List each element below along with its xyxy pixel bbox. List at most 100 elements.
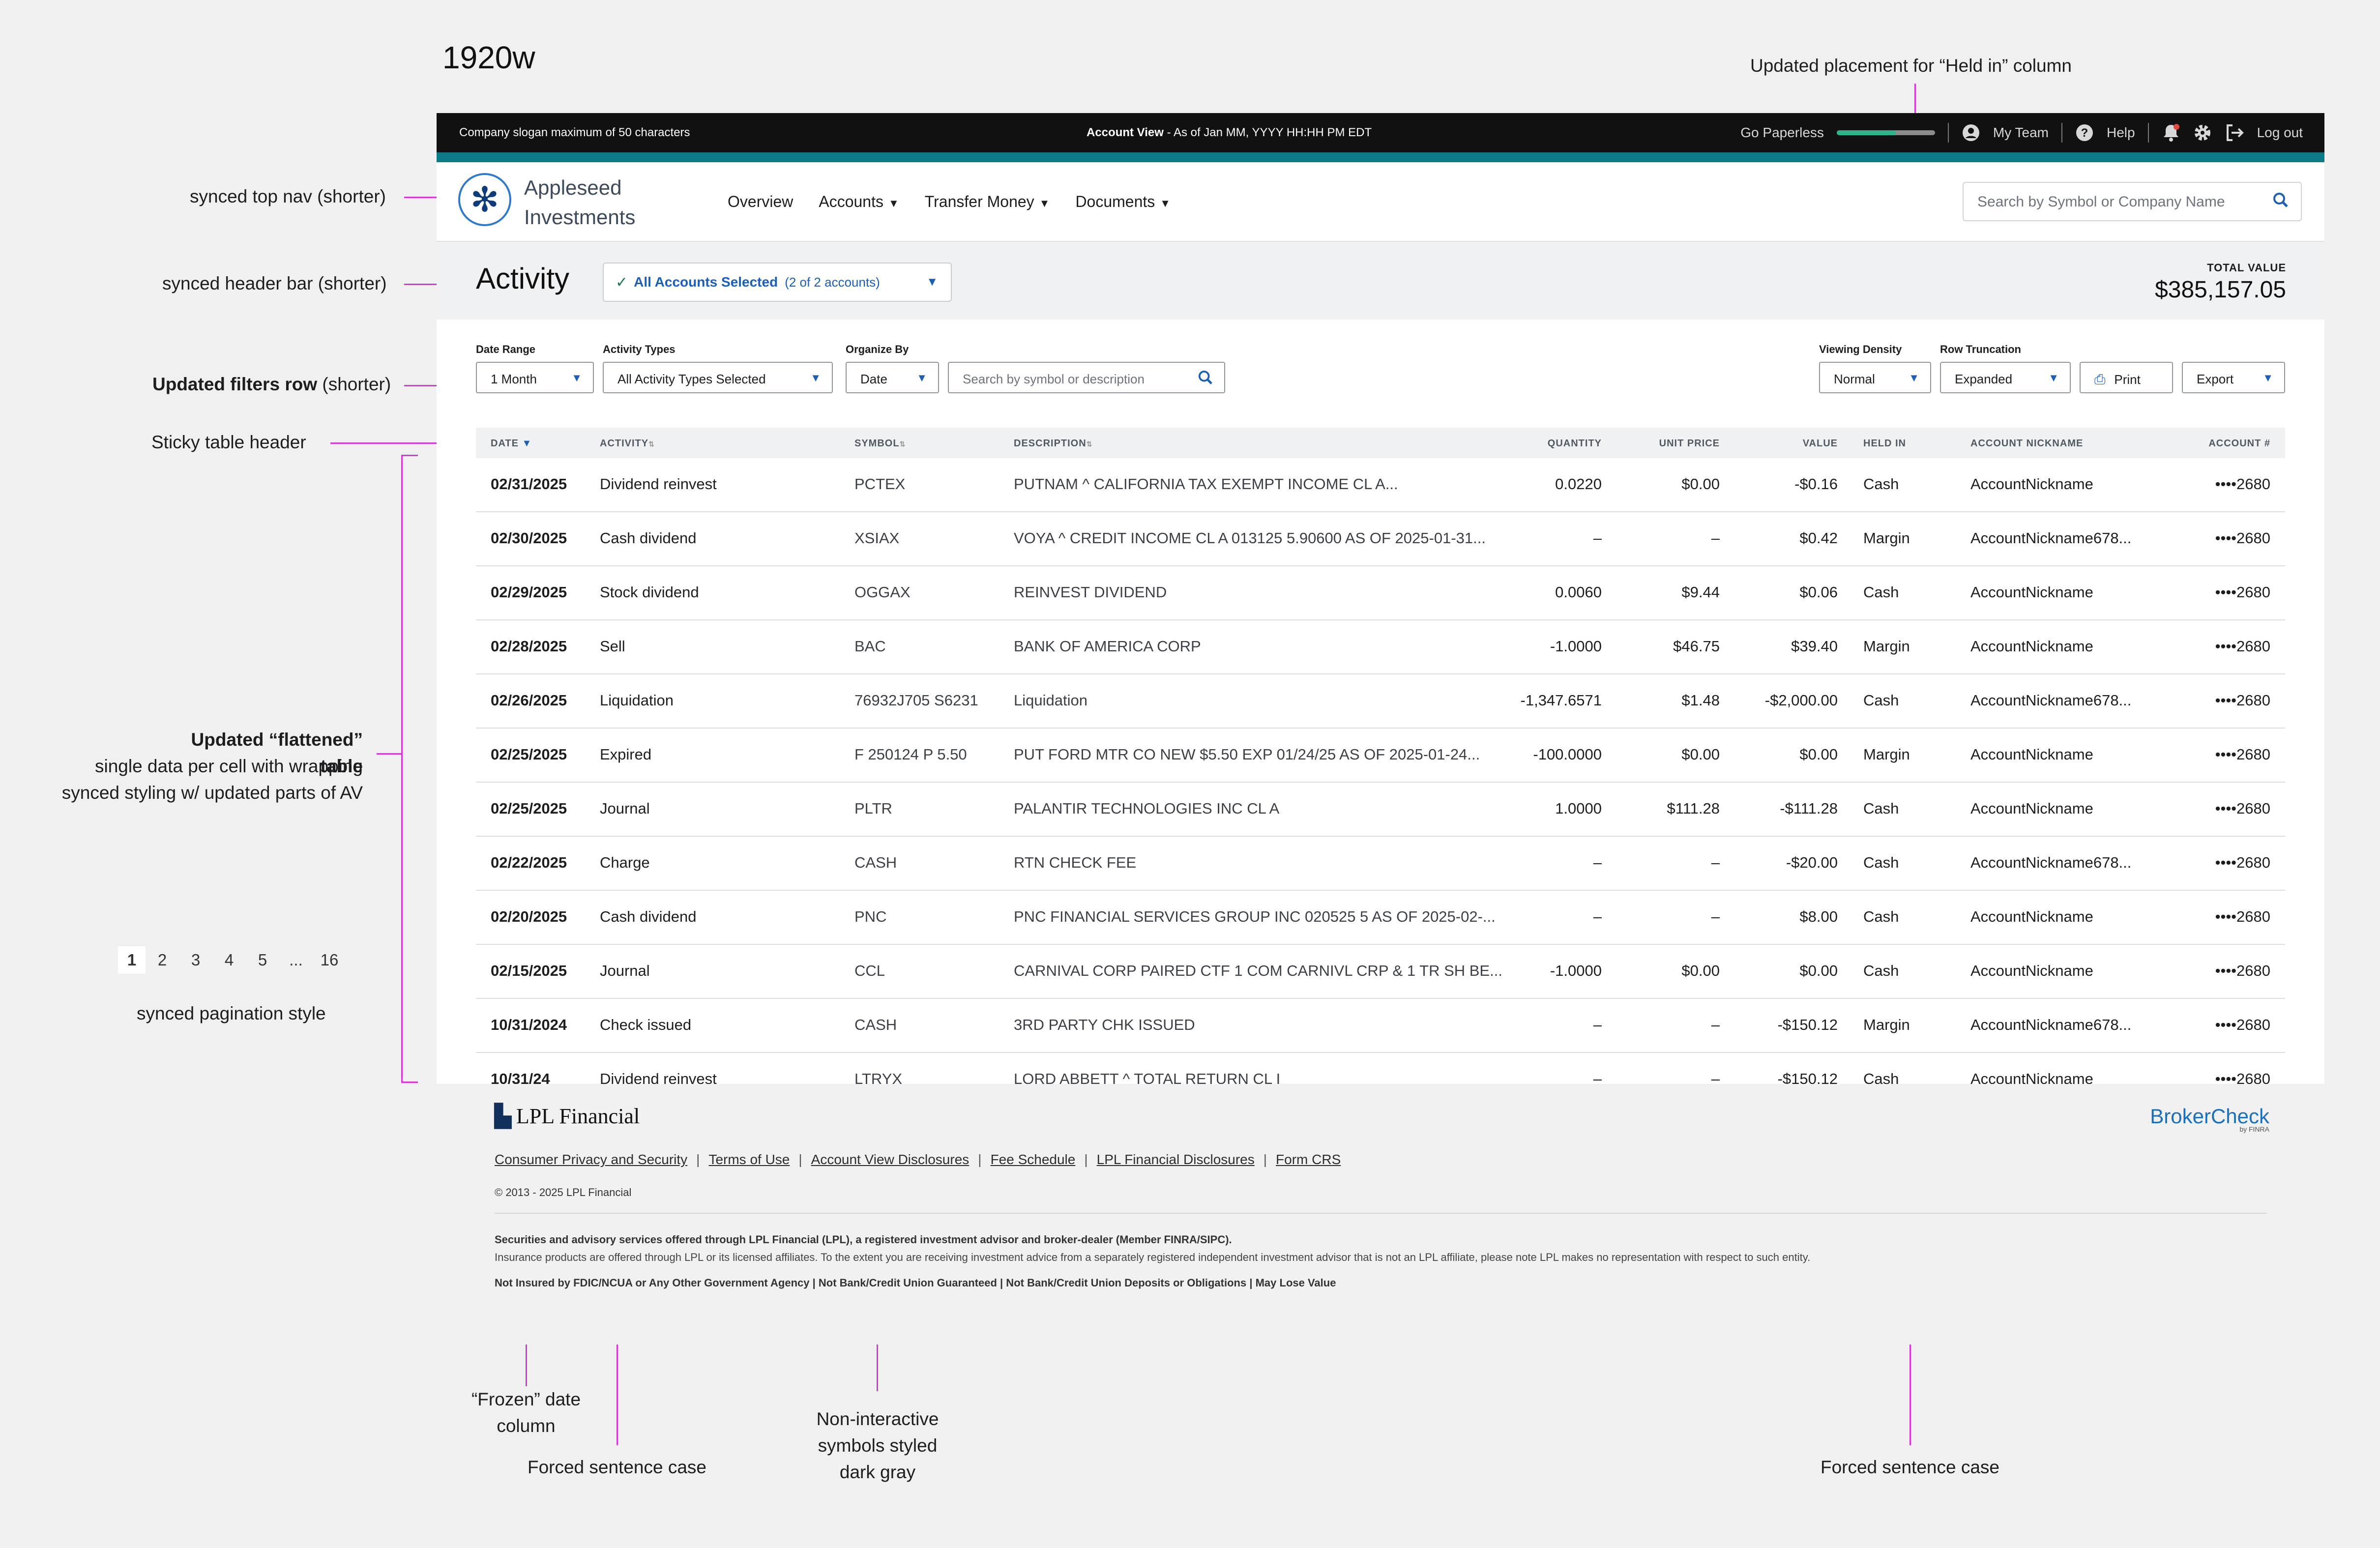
footer-link-lpl-disclosures[interactable]: LPL Financial Disclosures (1097, 1152, 1255, 1168)
cell-nickname: AccountNickname (1970, 475, 2093, 493)
table-row[interactable]: 02/30/2025 Cash dividend XSIAX VOYA ^ CREDI… (476, 512, 2285, 566)
cell-description: VOYA ^ CREDIT INCOME CL A 013125 5.90600… (1014, 529, 1486, 547)
cell-held-in: Cash (1863, 692, 1899, 709)
annotation-top-nav: synced top nav (shorter) (190, 186, 386, 206)
app-frame: Company slogan maximum of 50 characters … (437, 113, 2324, 1344)
chevron-down-icon: ▼ (926, 275, 938, 289)
cell-date: 02/15/2025 (491, 962, 567, 979)
table-row[interactable]: 02/26/2025 Liquidation 76932J705 S6231 Liqu… (476, 674, 2285, 729)
cell-nickname: AccountNickname678... (1970, 692, 2132, 709)
cell-held-in: Margin (1863, 638, 1910, 655)
export-dropdown[interactable]: Export ▼ (2182, 362, 2285, 393)
activity-types-dropdown[interactable]: All Activity Types Selected ▼ (603, 362, 833, 393)
footer: ▙ LPL Financial BrokerCheck by FINRA Consu… (437, 1084, 2324, 1344)
table-row[interactable]: 02/28/2025 Sell BAC BANK OF AMERICA CORP -1.… (476, 620, 2285, 674)
annotation-frozen-1: “Frozen” date (471, 1389, 581, 1409)
brokercheck-logo[interactable]: BrokerCheck by FINRA (2150, 1105, 2269, 1133)
bell-icon[interactable] (2162, 123, 2180, 143)
my-team-link[interactable]: My Team (1993, 125, 2049, 141)
footer-link-disclosures[interactable]: Account View Disclosures (811, 1152, 970, 1168)
footer-link-privacy[interactable]: Consumer Privacy and Security (495, 1152, 687, 1168)
date-range-dropdown[interactable]: 1 Month ▼ (476, 362, 594, 393)
symbol-search-input[interactable]: Search by Symbol or Company Name (1963, 182, 2302, 221)
brand-name[interactable]: Appleseed Investments (524, 173, 635, 232)
sort-icon: ⇅ (648, 440, 655, 448)
page-1[interactable]: 1 (118, 946, 146, 974)
page-5[interactable]: 5 (246, 946, 279, 974)
header-account-nickname[interactable]: ACCOUNT NICKNAME (1970, 438, 2083, 449)
header-value[interactable]: VALUE (1739, 438, 1838, 449)
footer-link-form-crs[interactable]: Form CRS (1276, 1152, 1341, 1168)
header-unit-price[interactable]: UNIT PRICE (1621, 438, 1720, 449)
table-row[interactable]: 10/31/2024 Check issued CASH 3RD PARTY CHK … (476, 999, 2285, 1053)
page-3[interactable]: 3 (179, 946, 212, 974)
cell-quantity: 1.0000 (1555, 800, 1602, 817)
pagination: 1 2 3 4 5 ... 16 (118, 946, 346, 974)
cell-description: 3RD PARTY CHK ISSUED (1014, 1016, 1195, 1033)
header-quantity[interactable]: QUANTITY (1513, 438, 1602, 449)
row-truncation-dropdown[interactable]: Expanded ▼ (1940, 362, 2071, 393)
cell-symbol: PLTR (854, 800, 892, 817)
gear-icon[interactable] (2193, 123, 2212, 142)
cell-account: ••••2680 (2215, 584, 2270, 601)
nav-documents[interactable]: Documents ▼ (1075, 193, 1171, 211)
top-bar: Company slogan maximum of 50 characters … (437, 113, 2324, 152)
cell-nickname: AccountNickname (1970, 638, 2093, 655)
cell-activity: Stock dividend (600, 584, 699, 601)
cell-symbol: PCTEX (854, 475, 906, 493)
paperless-progress-toggle[interactable] (1836, 130, 1935, 135)
table-row[interactable]: 02/22/2025 Charge CASH RTN CHECK FEE – – -$20.… (476, 837, 2285, 891)
header-symbol[interactable]: SYMBOL⇅ (854, 438, 906, 449)
table-row[interactable]: 02/20/2025 Cash dividend PNC PNC FINANCIAL … (476, 891, 2285, 945)
cell-account: ••••2680 (2215, 475, 2270, 493)
appleseed-logo-icon[interactable]: ✻ (458, 173, 511, 226)
cell-activity: Cash dividend (600, 529, 697, 547)
nav-transfer-money[interactable]: Transfer Money ▼ (925, 193, 1050, 211)
page-16[interactable]: 16 (313, 946, 346, 974)
chevron-down-icon: ▼ (2262, 372, 2273, 384)
account-selector[interactable]: ✓ All Accounts Selected (2 of 2 accounts… (603, 263, 952, 302)
search-icon[interactable] (2272, 192, 2289, 213)
company-slogan: Company slogan maximum of 50 characters (459, 126, 690, 139)
cell-quantity: – (1593, 529, 1602, 547)
activity-search-input[interactable]: Search by symbol or description (948, 362, 1225, 393)
row-truncation-label: Row Truncation (1940, 343, 2021, 355)
header-account-number[interactable]: ACCOUNT # (2167, 438, 2270, 449)
annotation-symbols-1: Non-interactive (816, 1409, 939, 1429)
nav-overview[interactable]: Overview (728, 193, 793, 211)
footer-link-terms[interactable]: Terms of Use (708, 1152, 790, 1168)
table-row[interactable]: 02/25/2025 Expired F 250124 P 5.50 PUT FORD… (476, 729, 2285, 783)
table-row[interactable]: 02/29/2025 Stock dividend OGGAX REINVEST DI… (476, 566, 2285, 620)
logout-link[interactable]: Log out (2257, 125, 2303, 141)
annotation-sticky-header: Sticky table header (151, 432, 306, 452)
cell-description: BANK OF AMERICA CORP (1014, 638, 1201, 655)
page-4[interactable]: 4 (212, 946, 246, 974)
annotation-line (377, 753, 402, 755)
top-bar-actions: Go Paperless My Team ? Help Log out (1740, 120, 2303, 146)
cell-nickname: AccountNickname (1970, 908, 2093, 925)
cell-value: $0.00 (1799, 746, 1838, 763)
nav-accounts[interactable]: Accounts ▼ (819, 193, 899, 211)
organize-by-dropdown[interactable]: Date ▼ (846, 362, 939, 393)
header-date[interactable]: DATE ▼ (491, 438, 532, 449)
header-description[interactable]: DESCRIPTION⇅ (1014, 438, 1092, 449)
cell-account: ••••2680 (2215, 692, 2270, 709)
table-row[interactable]: 02/25/2025 Journal PLTR PALANTIR TECHNOLOGI… (476, 783, 2285, 837)
cell-account: ••••2680 (2215, 800, 2270, 817)
page-2[interactable]: 2 (146, 946, 179, 974)
table-row[interactable]: 02/15/2025 Journal CCL CARNIVAL CORP PAIRED… (476, 945, 2285, 999)
header-activity[interactable]: ACTIVITY⇅ (600, 438, 655, 449)
help-link[interactable]: Help (2107, 125, 2135, 141)
cell-unit-price: – (1711, 854, 1720, 871)
table-header: DATE ▼ ACTIVITY⇅ SYMBOL⇅ DESCRIPTION⇅ QU… (476, 428, 2285, 458)
cell-held-in: Cash (1863, 800, 1899, 817)
print-button[interactable]: ⎙ Print (2080, 362, 2173, 393)
viewing-density-dropdown[interactable]: Normal ▼ (1819, 362, 1931, 393)
search-icon[interactable] (1198, 370, 1213, 388)
cell-description: RTN CHECK FEE (1014, 854, 1137, 871)
table-row[interactable]: 02/31/2025 Dividend reinvest PCTEX PUTNAM ^… (476, 458, 2285, 512)
cell-held-in: Margin (1863, 529, 1910, 547)
printer-icon: ⎙ (2094, 372, 2106, 387)
header-held-in[interactable]: HELD IN (1863, 438, 1906, 449)
footer-link-fee-schedule[interactable]: Fee Schedule (991, 1152, 1076, 1168)
